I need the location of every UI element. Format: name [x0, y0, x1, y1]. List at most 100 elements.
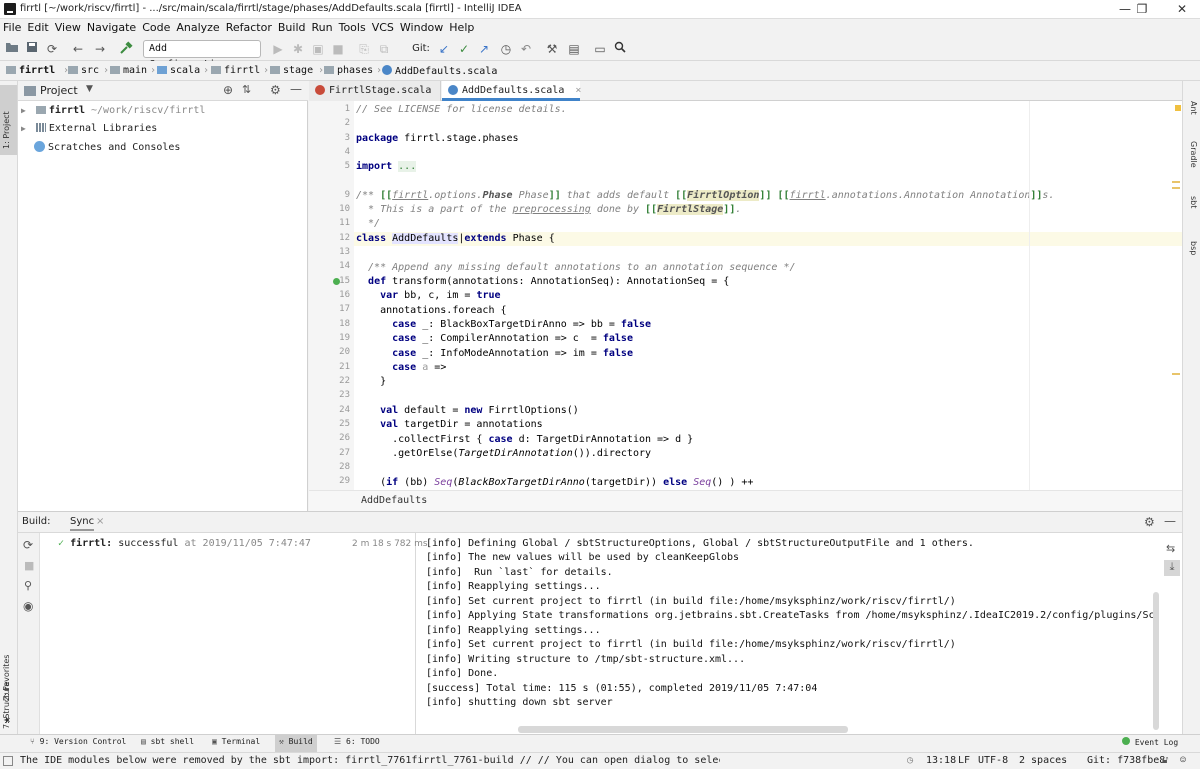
- menu-file[interactable]: File: [0, 19, 24, 34]
- expand-arrow-icon[interactable]: ▶: [21, 106, 26, 115]
- file-encoding[interactable]: UTF-8: [978, 755, 1008, 766]
- git-branch[interactable]: Git: f738fbe8: [1087, 755, 1165, 766]
- maximize-button[interactable]: ❐: [1132, 2, 1152, 16]
- tab-sync[interactable]: Sync: [70, 516, 95, 531]
- chevron-down-icon[interactable]: ▼: [86, 84, 93, 94]
- forward-arrow-icon[interactable]: →: [92, 41, 108, 57]
- git-commit-icon[interactable]: ✓: [456, 41, 472, 57]
- breadcrumb-item[interactable]: phases: [324, 65, 373, 76]
- locate-icon[interactable]: ⊕: [223, 83, 233, 97]
- git-rollback-icon[interactable]: ↶: [518, 41, 534, 57]
- menu-help[interactable]: Help: [446, 19, 477, 34]
- tree-item-external-libraries[interactable]: ▶ External Libraries: [21, 123, 157, 134]
- stop-icon[interactable]: ■: [24, 559, 34, 572]
- memory-indicator-icon[interactable]: ◷: [907, 755, 913, 766]
- git-update-icon[interactable]: ↙: [436, 41, 452, 57]
- breadcrumb-item[interactable]: src: [68, 65, 99, 76]
- ant-tool-button[interactable]: Ant: [1189, 101, 1198, 115]
- breadcrumb-item[interactable]: firrtl: [211, 65, 260, 76]
- expand-arrow-icon[interactable]: ▶: [21, 124, 26, 133]
- collapse-all-icon[interactable]: ⇅: [242, 83, 251, 96]
- status-message[interactable]: The IDE modules below were removed by th…: [20, 755, 720, 766]
- stop-icon[interactable]: ■: [330, 41, 346, 57]
- error-stripe-mark[interactable]: [1172, 181, 1180, 183]
- project-view-selector[interactable]: Project: [40, 84, 78, 97]
- gear-icon[interactable]: ⚙: [1144, 515, 1155, 529]
- menu-build[interactable]: Build: [275, 19, 309, 34]
- git-history-icon[interactable]: ◷: [498, 41, 514, 57]
- add-configuration-button[interactable]: Add Configuration...: [143, 40, 261, 70]
- coverage-icon[interactable]: ▣: [310, 41, 326, 57]
- inspector-icon[interactable]: ☺: [1180, 755, 1186, 766]
- soft-wrap-icon[interactable]: ⇆: [1166, 542, 1175, 555]
- close-button[interactable]: ✕: [1172, 2, 1192, 16]
- editor-gutter[interactable]: 1 2 3 4 5 9 10 11 12 13 14 15 16 17 18 1…: [309, 101, 354, 490]
- tree-item-firrtl[interactable]: ▶ firrtl ~/work/riscv/firrtl: [21, 105, 205, 116]
- bsp-tool-button[interactable]: bsp: [1189, 241, 1198, 255]
- gradle-tool-button[interactable]: Gradle: [1189, 141, 1198, 168]
- menu-vcs[interactable]: VCS: [369, 19, 397, 34]
- sbt-tool-button[interactable]: sbt: [1189, 196, 1198, 208]
- version-control-tab[interactable]: ⑂ 9: Version Control: [30, 737, 126, 746]
- breadcrumb-item[interactable]: AddDefaults.scala: [382, 65, 497, 77]
- horizontal-scrollbar[interactable]: [518, 726, 848, 733]
- project-tool-button[interactable]: 1: Project: [2, 111, 11, 149]
- line-separator[interactable]: LF: [958, 755, 970, 766]
- breadcrumb-item[interactable]: stage: [270, 65, 313, 76]
- save-icon[interactable]: [24, 41, 40, 57]
- debug-icon[interactable]: ✱: [290, 41, 306, 57]
- terminal-tab[interactable]: ▣ Terminal: [212, 737, 260, 746]
- search-icon[interactable]: [612, 41, 628, 57]
- menu-analyze[interactable]: Analyze: [173, 19, 222, 34]
- error-stripe-mark[interactable]: [1172, 187, 1180, 189]
- tab-firrtlstage[interactable]: FirrtlStage.scala ×: [309, 81, 448, 101]
- menu-tools[interactable]: Tools: [336, 19, 369, 34]
- tool-windows-icon[interactable]: [3, 756, 13, 766]
- tab-adddefaults[interactable]: AddDefaults.scala ×: [442, 81, 581, 101]
- project-structure-icon[interactable]: ▤: [566, 41, 582, 57]
- build-task-row[interactable]: ✓ firrtl: successful at 2019/11/05 7:47:…: [58, 538, 311, 549]
- menu-edit[interactable]: Edit: [24, 19, 51, 34]
- sbt-shell-tab[interactable]: ▤ sbt shell: [141, 737, 194, 746]
- structure-tool-button[interactable]: 7: Structure: [2, 681, 11, 729]
- hide-panel-icon[interactable]: —: [1164, 514, 1176, 528]
- vertical-scrollbar[interactable]: [1153, 592, 1159, 730]
- pin-icon[interactable]: ⚲: [24, 579, 32, 592]
- git-push-icon[interactable]: ↗: [476, 41, 492, 57]
- indent-setting[interactable]: 2 spaces: [1019, 755, 1067, 766]
- settings-wrench-icon[interactable]: ⚒: [544, 41, 560, 57]
- caret-position[interactable]: 13:18: [926, 755, 956, 766]
- class-breadcrumb[interactable]: AddDefaults: [361, 495, 427, 506]
- event-log-tab[interactable]: Event Log: [1122, 737, 1178, 747]
- implementing-method-icon[interactable]: [333, 278, 340, 285]
- presentation-icon[interactable]: ▭: [592, 41, 608, 57]
- close-tab-icon[interactable]: ×: [96, 516, 104, 527]
- menu-window[interactable]: Window: [397, 19, 446, 34]
- rerun-icon[interactable]: ⟳: [23, 538, 33, 552]
- menu-refactor[interactable]: Refactor: [223, 19, 275, 34]
- hide-panel-icon[interactable]: —: [290, 82, 302, 96]
- close-tab-icon[interactable]: ×: [575, 85, 581, 96]
- run-icon[interactable]: ▶: [270, 41, 286, 57]
- menu-code[interactable]: Code: [139, 19, 173, 34]
- error-stripe-mark[interactable]: [1172, 373, 1180, 375]
- eye-icon[interactable]: ◉: [23, 599, 33, 613]
- menu-run[interactable]: Run: [309, 19, 336, 34]
- build-tab[interactable]: ⚒ Build: [275, 735, 317, 752]
- build-hammer-icon[interactable]: [118, 41, 134, 57]
- open-folder-icon[interactable]: [4, 41, 20, 57]
- lock-icon[interactable]: 🔓︎: [1162, 755, 1168, 766]
- code-editor[interactable]: 1 2 3 4 5 9 10 11 12 13 14 15 16 17 18 1…: [309, 101, 1182, 490]
- scroll-to-end-icon[interactable]: ⤓: [1164, 560, 1180, 576]
- attach-icon[interactable]: ⎘: [356, 41, 372, 57]
- profile-icon[interactable]: ⧉: [376, 41, 392, 57]
- breadcrumb-item[interactable]: main: [110, 65, 147, 76]
- menu-navigate[interactable]: Navigate: [84, 19, 139, 34]
- back-arrow-icon[interactable]: ←: [70, 41, 86, 57]
- menu-view[interactable]: View: [52, 19, 84, 34]
- gear-icon[interactable]: ⚙: [270, 83, 281, 97]
- breadcrumb-item[interactable]: scala: [157, 65, 200, 76]
- todo-tab[interactable]: ☰ 6: TODO: [334, 737, 380, 746]
- breadcrumb-item[interactable]: firrtl: [6, 65, 55, 76]
- sync-icon[interactable]: ⟳: [44, 41, 60, 57]
